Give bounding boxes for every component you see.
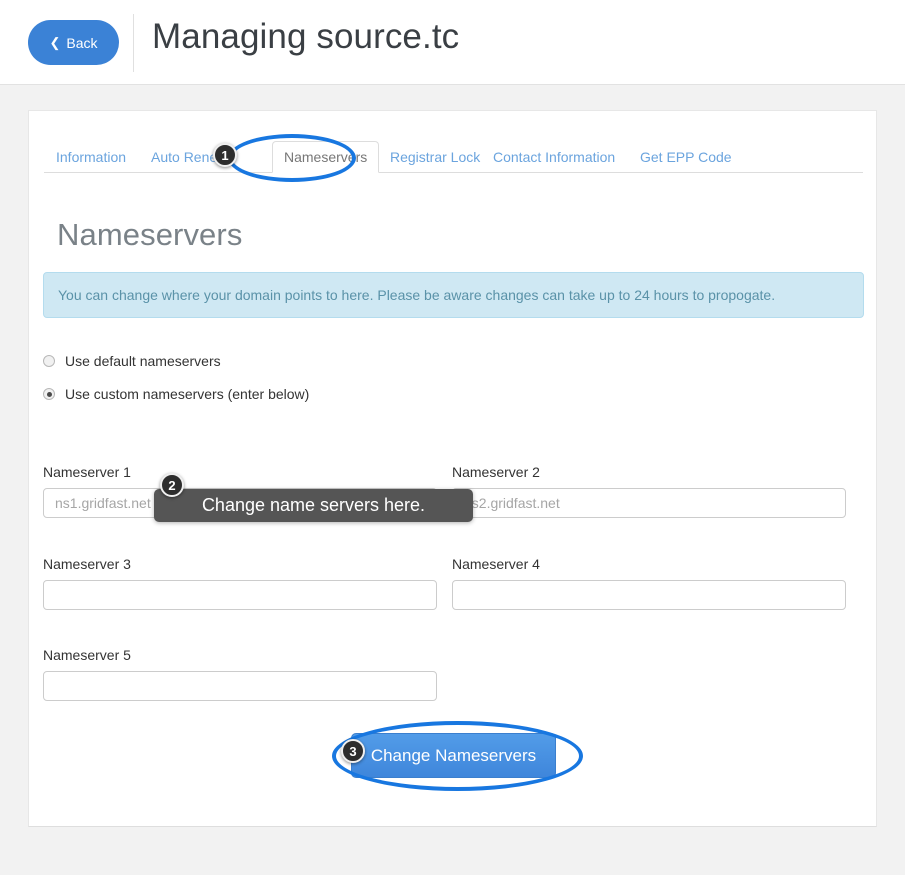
field-nameserver-4: Nameserver 4 <box>452 556 846 610</box>
change-nameservers-button[interactable]: Change Nameservers <box>351 733 556 778</box>
label-nameserver-2: Nameserver 2 <box>452 464 540 480</box>
tab-nameservers[interactable]: Nameservers <box>272 141 380 173</box>
label-nameserver-4: Nameserver 4 <box>452 556 540 572</box>
radio-indicator-custom[interactable] <box>43 388 55 400</box>
radio-label-default: Use default nameservers <box>65 353 221 369</box>
app-header: ❮ Back Managing source.tc <box>0 0 905 85</box>
field-nameserver-2: Nameserver 2 <box>452 464 846 518</box>
header-divider <box>133 14 134 72</box>
back-button[interactable]: ❮ Back <box>28 20 119 65</box>
page-title: Managing source.tc <box>152 17 460 56</box>
input-nameserver-3[interactable] <box>43 580 437 610</box>
label-nameserver-5: Nameserver 5 <box>43 647 131 663</box>
radio-label-custom: Use custom nameservers (enter below) <box>65 386 310 402</box>
radio-indicator-default[interactable] <box>43 355 55 367</box>
input-nameserver-2[interactable] <box>452 488 846 518</box>
back-button-label: Back <box>66 34 98 51</box>
field-nameserver-1: Nameserver 1 <box>43 464 437 518</box>
radio-use-default-nameservers[interactable]: Use default nameservers <box>43 353 221 369</box>
section-title: Nameservers <box>57 217 243 252</box>
label-nameserver-1: Nameserver 1 <box>43 464 131 480</box>
field-nameserver-5: Nameserver 5 <box>43 647 437 701</box>
info-alert: You can change where your domain points … <box>43 272 864 318</box>
tab-registrar-lock[interactable]: Registrar Lock <box>378 141 492 173</box>
input-nameserver-1[interactable] <box>43 488 437 518</box>
radio-use-custom-nameservers[interactable]: Use custom nameservers (enter below) <box>43 386 309 402</box>
tab-get-epp-code[interactable]: Get EPP Code <box>628 141 744 173</box>
tab-information[interactable]: Information <box>44 141 138 173</box>
input-nameserver-4[interactable] <box>452 580 846 610</box>
tab-contact-information[interactable]: Contact Information <box>481 141 627 173</box>
input-nameserver-5[interactable] <box>43 671 437 701</box>
chevron-left-icon: ❮ <box>49 35 61 50</box>
content-card: Information Auto Renew Nameservers Regis… <box>28 110 877 827</box>
tab-bar: Information Auto Renew Nameservers Regis… <box>44 141 863 173</box>
field-nameserver-3: Nameserver 3 <box>43 556 437 610</box>
label-nameserver-3: Nameserver 3 <box>43 556 131 572</box>
tab-auto-renew[interactable]: Auto Renew <box>139 141 239 173</box>
info-alert-text: You can change where your domain points … <box>58 287 776 303</box>
